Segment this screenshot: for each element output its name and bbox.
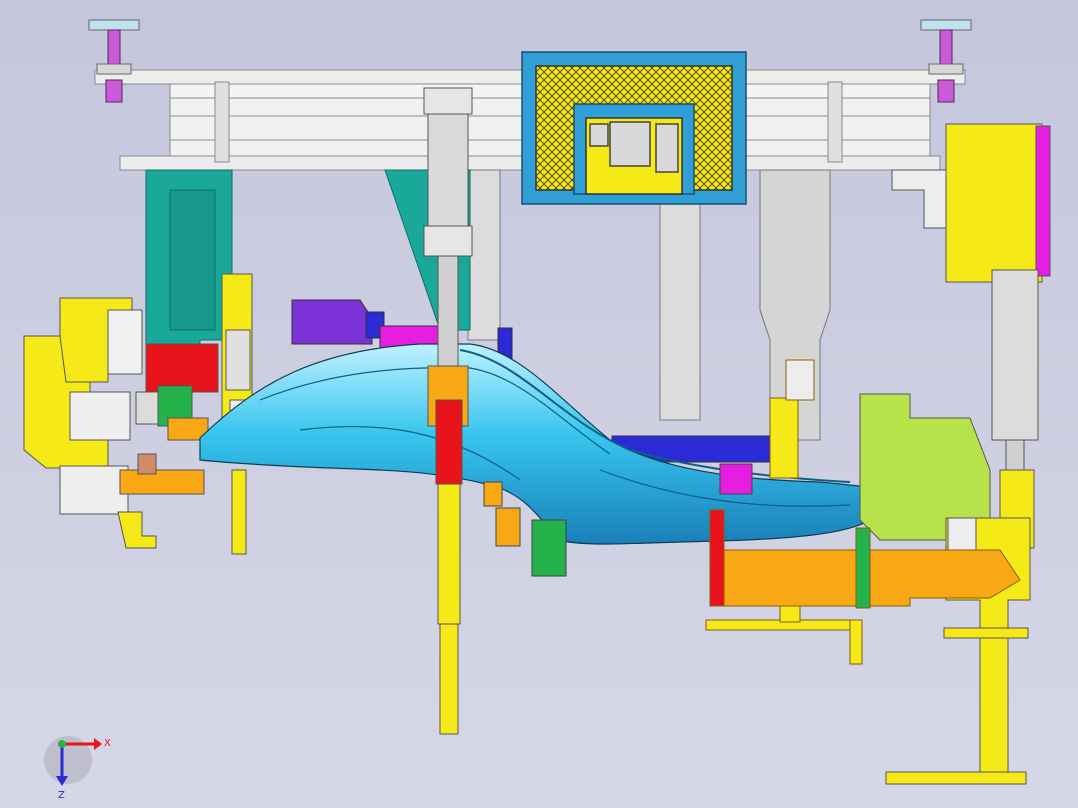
valve-unit [609,121,651,167]
frame-rib [214,81,230,163]
triad-origin [58,740,66,748]
yellow-box-right [945,123,1043,283]
cylinder-head [423,87,473,115]
control-panel[interactable] [521,51,747,205]
red-rod [435,399,463,485]
hanger-column [467,169,501,341]
hanger-column [659,169,701,421]
red-post [709,509,725,607]
x-axis-label: X [104,738,111,749]
purple-clamp [291,299,373,345]
piston-rod [437,255,459,367]
frame-rib [827,81,843,163]
right-cylinder [991,269,1039,441]
red-clamp-block [145,343,219,393]
yellow-pin [437,483,461,625]
cad-viewport[interactable]: X Z [0,0,1078,808]
z-axis-label: Z [58,790,65,801]
